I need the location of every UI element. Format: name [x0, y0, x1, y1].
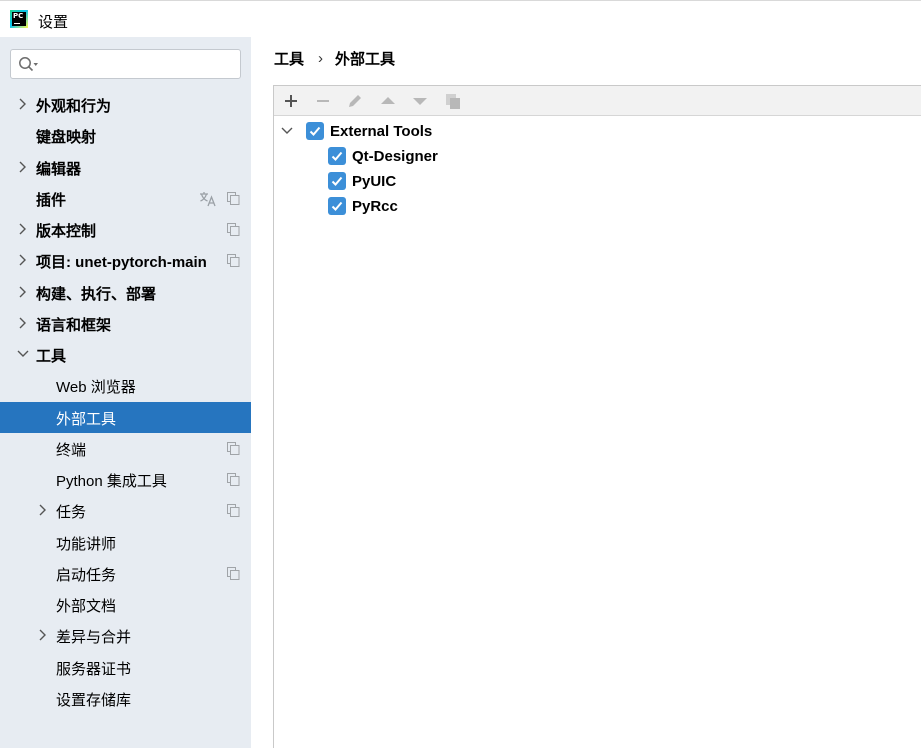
- tree-row-tool[interactable]: PyRcc: [328, 194, 398, 218]
- checkmark-icon: [309, 126, 321, 136]
- copy-icon: [227, 504, 240, 517]
- sidebar-item-appearance[interactable]: 外观和行为: [0, 89, 251, 120]
- breadcrumb-current: 外部工具: [335, 50, 396, 68]
- copy-icon: [227, 442, 240, 455]
- sidebar-item-python-integrated-tools[interactable]: Python 集成工具: [0, 464, 251, 495]
- sidebar-item-label: 工具: [36, 348, 67, 365]
- logo-text: PC: [13, 12, 24, 20]
- tools-toolbar: [274, 86, 921, 116]
- sidebar-item-label: 服务器证书: [56, 661, 132, 678]
- checkmark-icon: [331, 176, 343, 186]
- sidebar-item-web-browsers[interactable]: Web 浏览器: [0, 370, 251, 401]
- sidebar-item-server-certificates[interactable]: 服务器证书: [0, 652, 251, 683]
- chevron-right-icon[interactable]: [16, 160, 30, 174]
- sidebar-item-label: 启动任务: [56, 567, 117, 584]
- copy-icon: [227, 473, 240, 486]
- sidebar-item-label: 语言和框架: [36, 317, 112, 334]
- tree-label: PyUIC: [352, 172, 397, 190]
- sidebar-item-version-control[interactable]: 版本控制: [0, 214, 251, 245]
- tree-label: PyRcc: [352, 197, 398, 215]
- pycharm-logo-icon: PC: [10, 10, 28, 28]
- tree-row-tool[interactable]: PyUIC: [328, 169, 396, 193]
- copy-icon: [227, 192, 240, 205]
- chevron-right-icon[interactable]: [16, 316, 30, 330]
- translate-icon: [200, 192, 216, 207]
- sidebar-item-label: 终端: [56, 442, 87, 459]
- sidebar-item-editor[interactable]: 编辑器: [0, 152, 251, 183]
- sidebar-item-label: 编辑器: [36, 161, 82, 178]
- chevron-right-icon[interactable]: [36, 503, 50, 517]
- checkmark-icon: [331, 201, 343, 211]
- checkbox-tool[interactable]: [328, 147, 346, 165]
- chevron-right-icon[interactable]: [16, 285, 30, 299]
- chevron-right-icon[interactable]: [16, 222, 30, 236]
- window-title: 设置: [38, 14, 69, 31]
- tree-row-external-tools[interactable]: External Tools: [280, 119, 432, 143]
- move-up-icon[interactable]: [379, 92, 397, 110]
- edit-icon[interactable]: [346, 92, 364, 110]
- sidebar-item-external-tools[interactable]: 外部工具: [0, 402, 251, 433]
- sidebar-item-external-documentation[interactable]: 外部文档: [0, 589, 251, 620]
- breadcrumb-separator: ›: [318, 49, 324, 67]
- breadcrumb-parent[interactable]: 工具: [274, 48, 304, 69]
- tree-row-tool[interactable]: Qt-Designer: [328, 144, 438, 168]
- chevron-down-icon[interactable]: [16, 347, 30, 361]
- sidebar-item-languages-frameworks[interactable]: 语言和框架: [0, 308, 251, 339]
- sidebar-item-label: 项目: unet-pytorch-main: [36, 254, 207, 271]
- copy-icon[interactable]: [444, 92, 462, 110]
- external-tools-panel: External Tools Qt-Designer PyUIC PyRcc: [273, 85, 921, 748]
- sidebar-item-label: Web 浏览器: [56, 379, 136, 396]
- sidebar-item-label: 功能讲师: [56, 536, 117, 553]
- settings-sidebar: 外观和行为 键盘映射 编辑器 插件 版本控制 项目: unet-pytorch-…: [0, 37, 251, 748]
- sidebar-item-project[interactable]: 项目: unet-pytorch-main: [0, 245, 251, 276]
- sidebar-item-label: 任务: [56, 504, 87, 521]
- sidebar-item-label: Python 集成工具: [56, 473, 167, 490]
- sidebar-item-label: 构建、执行、部署: [36, 286, 157, 303]
- sidebar-item-plugins[interactable]: 插件: [0, 183, 251, 214]
- sidebar-item-label: 版本控制: [36, 223, 97, 240]
- sidebar-item-label: 键盘映射: [36, 129, 97, 146]
- tree-label: External Tools: [330, 122, 433, 140]
- remove-icon[interactable]: [314, 92, 332, 110]
- search-icon[interactable]: [18, 56, 40, 74]
- copy-icon: [227, 567, 240, 580]
- breadcrumb: 工具 › 外部工具: [274, 47, 395, 69]
- sidebar-item-diff-merge[interactable]: 差异与合并: [0, 620, 251, 651]
- checkbox-external-tools[interactable]: [306, 122, 324, 140]
- move-down-icon[interactable]: [411, 92, 429, 110]
- sidebar-item-tasks[interactable]: 任务: [0, 495, 251, 526]
- sidebar-item-label: 外部工具: [56, 411, 117, 428]
- sidebar-item-label: 插件: [36, 192, 67, 209]
- checkbox-tool[interactable]: [328, 172, 346, 190]
- checkmark-icon: [331, 151, 343, 161]
- sidebar-item-settings-repository[interactable]: 设置存储库: [0, 683, 251, 714]
- sidebar-item-label: 设置存储库: [56, 692, 132, 709]
- sidebar-item-terminal[interactable]: 终端: [0, 433, 251, 464]
- sidebar-item-label: 差异与合并: [56, 629, 132, 646]
- title-bar: PC 设置: [0, 0, 921, 37]
- chevron-right-icon[interactable]: [16, 253, 30, 267]
- sidebar-item-label: 外观和行为: [36, 98, 112, 115]
- sidebar-item-label: 外部文档: [56, 598, 117, 615]
- sidebar-item-keymap[interactable]: 键盘映射: [0, 120, 251, 151]
- chevron-right-icon[interactable]: [36, 628, 50, 642]
- add-icon[interactable]: [282, 92, 300, 110]
- sidebar-item-tools[interactable]: 工具: [0, 339, 251, 370]
- sidebar-item-startup-tasks[interactable]: 启动任务: [0, 558, 251, 589]
- sidebar-item-features-trainer[interactable]: 功能讲师: [0, 527, 251, 558]
- search-box[interactable]: [10, 49, 241, 79]
- checkbox-tool[interactable]: [328, 197, 346, 215]
- copy-icon: [227, 223, 240, 236]
- copy-icon: [227, 254, 240, 267]
- search-input[interactable]: [45, 54, 235, 74]
- tree-label: Qt-Designer: [352, 147, 438, 165]
- sidebar-item-build-execution-deployment[interactable]: 构建、执行、部署: [0, 277, 251, 308]
- chevron-right-icon[interactable]: [16, 97, 30, 111]
- chevron-down-icon[interactable]: [280, 124, 294, 138]
